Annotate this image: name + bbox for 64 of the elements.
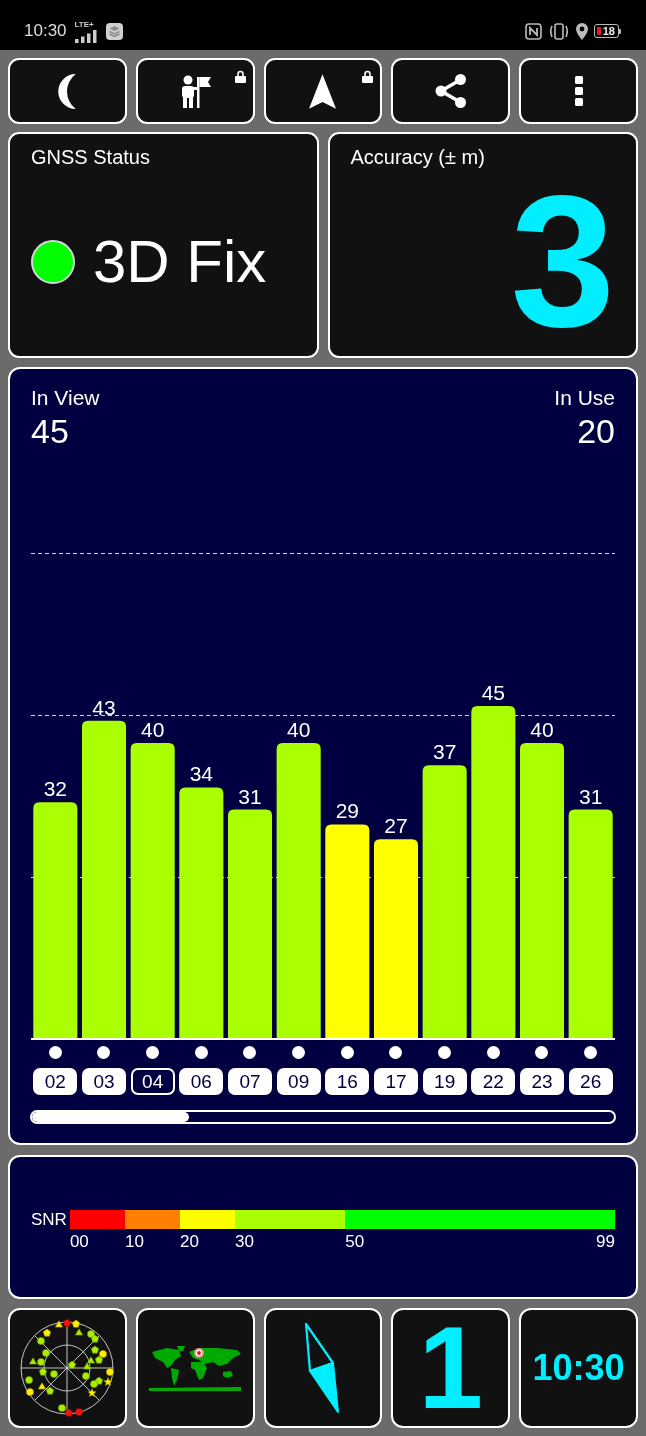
layers-app-icon [105,22,123,40]
snr-tick-label: 20 [180,1232,199,1252]
snr-tick-label: 50 [345,1232,365,1252]
in-use-label: In Use [554,385,615,410]
card-title: Accuracy (± m) [350,146,486,169]
bar-value-label: 37 [433,740,457,764]
navigation-arrow-button[interactable] [263,58,383,124]
horizontal-scrollbar[interactable] [30,1110,616,1124]
fix-status-text: 3D Fix [93,226,267,297]
snr-tick-label: 00 [69,1232,89,1252]
night-mode-button[interactable] [8,58,127,124]
in-use-count: 20 [577,412,615,450]
satellite-chip[interactable]: 19 [422,1068,467,1095]
bar-value-label: 45 [481,681,505,704]
satellite-chip[interactable]: 16 [325,1068,370,1095]
in-view-count: 45 [31,412,69,450]
nfc-icon [524,22,542,40]
world-map-button[interactable] [135,1308,255,1428]
satellite-chip[interactable]: 07 [228,1068,272,1095]
person-flag-button[interactable] [135,58,255,124]
more-options-button[interactable] [519,58,638,124]
bar-value-label: 40 [287,718,311,741]
satellite-chip[interactable]: 09 [276,1068,321,1095]
satellite-chip[interactable]: 06 [179,1068,224,1095]
satellite-chip[interactable]: 22 [471,1068,516,1095]
navigation-arrow-icon [309,73,337,109]
satellite-chip[interactable]: 02 [33,1068,78,1095]
more-vertical-icon [574,76,583,106]
bar-value-label: 34 [189,762,213,786]
location-marker-icon [194,1348,205,1358]
in-view-label: In View [31,385,100,410]
bar-value-label: 40 [530,718,554,741]
signal-icon [74,29,97,43]
bar-value-label: 31 [238,784,262,808]
compass-button[interactable] [263,1308,383,1428]
location-pin-icon [575,22,588,40]
satellite-chip[interactable]: 17 [374,1068,418,1095]
bar-value-label: 31 [579,784,603,808]
bar-value-label: 32 [43,777,67,801]
card-title: GNSS Status [31,146,151,169]
time-button[interactable]: 10:30 [519,1308,638,1428]
bar-value-label: 29 [335,799,359,823]
bar-value-label: 40 [141,718,165,741]
snr-tick-label: 10 [124,1232,144,1252]
battery-indicator: 18 [593,24,621,38]
snr-tick-label: 30 [235,1232,254,1252]
share-icon [434,74,467,108]
snr-tick-label: 99 [596,1232,615,1252]
satellite-chip[interactable]: 03 [82,1068,126,1095]
network-type-label: LTE+ [74,19,94,29]
snr-label: SNR [31,1210,67,1229]
scrollbar-thumb[interactable] [32,1112,190,1122]
share-button[interactable] [391,58,511,124]
satellite-chip[interactable]: 23 [520,1068,564,1095]
bar-value-label: 27 [384,814,408,838]
moon-icon [58,73,77,109]
accuracy-value: 3 [509,167,615,355]
number-button[interactable]: 1 [391,1308,511,1428]
bar-value-label: 43 [92,695,116,719]
vibrate-icon [547,22,570,40]
status-time: 10:30 [24,21,67,41]
satellite-chip[interactable]: 04 [130,1068,175,1095]
satellite-chip[interactable]: 26 [568,1068,613,1095]
sky-plot-button[interactable] [8,1308,127,1428]
